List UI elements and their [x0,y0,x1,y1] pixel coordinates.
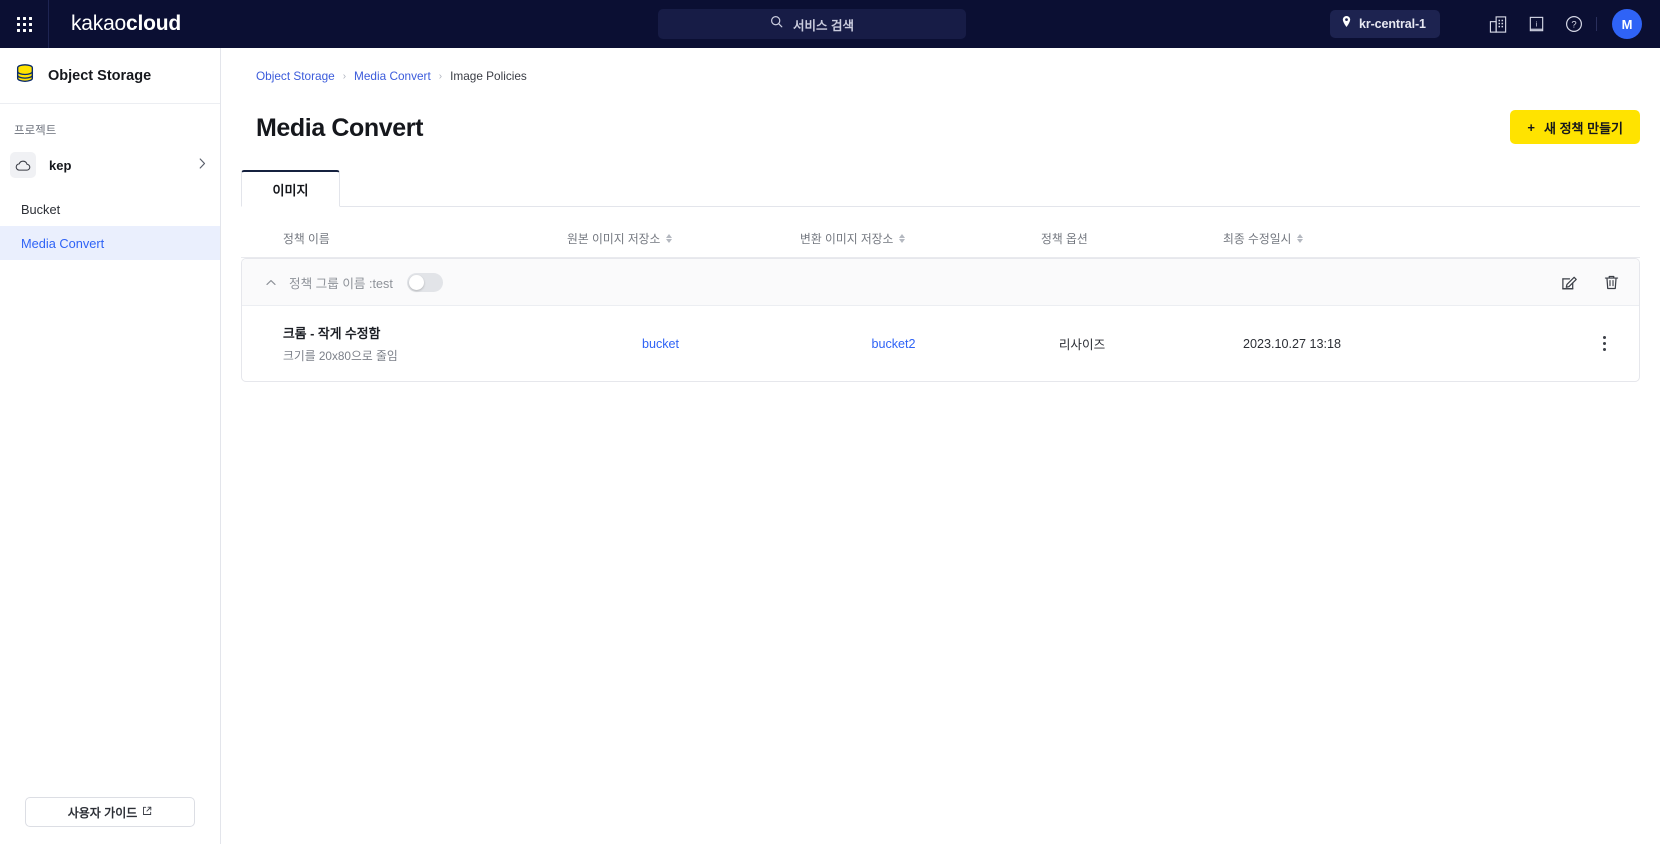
column-header-policy-option: 정책 옵션 [1041,230,1088,247]
column-header-policy-name: 정책 이름 [283,230,330,247]
breadcrumb-item-media-convert[interactable]: Media Convert [354,69,431,83]
policies-table: 정책 이름 원본 이미지 저장소 변환 이미지 저장소 정책 옵션 최종 수정일… [241,218,1640,382]
apps-grid-button[interactable] [0,0,48,48]
toggle-knob [408,274,424,290]
user-guide-container: 사용자 가이드 [0,780,220,844]
table-row[interactable]: 크롬 - 작게 수정함 크기를 20x80으로 줄임 bucket bucket… [242,306,1639,381]
project-selector[interactable]: kep [0,148,220,182]
column-label: 원본 이미지 저장소 [567,232,661,246]
edit-icon[interactable] [1558,272,1580,294]
tab-image[interactable]: 이미지 [241,170,340,207]
brand-logo[interactable]: kakaocloud [49,12,181,36]
top-header-bar: kakaocloud 서비스 검색 kr-central-1 i ? M [0,0,1660,48]
policy-group-label: 정책 그룹 이름 :test [289,276,393,291]
docs-icon[interactable]: i [1524,12,1548,36]
cloud-icon [10,152,36,178]
sidebar-item-bucket[interactable]: Bucket [0,192,220,226]
help-icon[interactable]: ? [1562,12,1586,36]
breadcrumb: Object Storage › Media Convert › Image P… [256,69,527,83]
sort-icon [666,234,673,243]
service-search-box[interactable]: 서비스 검색 [658,9,966,39]
updated-at: 2023.10.27 13:18 [1242,336,1342,351]
chevron-right-icon [199,158,206,172]
column-label: 변환 이미지 저장소 [800,232,894,246]
object-storage-icon [14,62,36,89]
policy-name: 크롬 - 작게 수정함 [283,326,381,341]
policy-description: 크기를 20x80으로 줄임 [283,349,398,363]
column-label: 최종 수정일시 [1223,232,1292,246]
page-title: Media Convert [256,114,424,142]
create-policy-label: 새 정책 만들기 [1544,120,1623,136]
location-pin-icon [1341,15,1352,33]
brand-text-bold: cloud [126,12,182,35]
avatar[interactable]: M [1612,9,1642,39]
sort-icon [899,234,906,243]
policy-option: 리사이즈 [1058,338,1106,352]
service-header[interactable]: Object Storage [0,48,220,104]
tab-label: 이미지 [272,182,309,198]
brand-text-light: kakao [71,12,127,35]
search-icon [770,15,783,33]
plus-icon: + [1527,119,1536,135]
column-label: 정책 이름 [283,232,330,246]
column-header-updated-at[interactable]: 최종 수정일시 [1223,230,1304,247]
cell-updated-at: 2023.10.27 13:18 [1192,306,1392,381]
target-bucket-link[interactable]: bucket2 [871,337,915,351]
sort-icon [1297,234,1304,243]
user-guide-label: 사용자 가이드 [67,805,138,820]
create-policy-button[interactable]: + 새 정책 만들기 [1510,110,1640,144]
source-bucket-link[interactable]: bucket [642,337,679,351]
user-guide-button[interactable]: 사용자 가이드 [25,797,195,827]
column-header-source-bucket[interactable]: 원본 이미지 저장소 [567,230,673,247]
breadcrumb-separator: › [342,70,347,82]
project-name: kep [49,157,72,173]
trash-icon[interactable] [1600,272,1622,294]
search-placeholder-label: 서비스 검색 [793,18,854,33]
service-title: Object Storage [48,67,152,84]
column-label: 정책 옵션 [1041,232,1088,246]
table-header-row: 정책 이름 원본 이미지 저장소 변환 이미지 저장소 정책 옵션 최종 수정일… [241,218,1640,258]
policy-group-row: 정책 그룹 이름 :test [242,259,1639,306]
policy-group-toggle[interactable] [406,272,443,292]
sidebar-item-media-convert[interactable]: Media Convert [0,226,220,260]
policy-group-card: 정책 그룹 이름 :test 크롬 - 작게 수정함 크기를 20x80으로 줄… [241,258,1640,382]
sidebar: Object Storage 프로젝트 kep Bucket Media Con… [0,48,221,844]
cell-target-bucket: bucket2 [801,306,986,381]
avatar-initial: M [1621,16,1633,32]
column-header-target-bucket[interactable]: 변환 이미지 저장소 [800,230,906,247]
region-selector[interactable]: kr-central-1 [1330,10,1440,38]
sidebar-item-label: Bucket [21,201,61,217]
chevron-up-icon[interactable] [264,275,278,289]
region-label: kr-central-1 [1359,17,1426,31]
svg-text:i: i [1535,19,1537,28]
breadcrumb-separator: › [438,70,443,82]
kebab-menu-icon[interactable] [1593,332,1615,354]
breadcrumb-item-object-storage[interactable]: Object Storage [256,69,335,83]
cell-policy-name: 크롬 - 작게 수정함 크기를 20x80으로 줄임 [283,306,398,381]
tab-bar: 이미지 [241,170,1640,207]
grid-apps-icon [16,16,32,32]
sidebar-item-label: Media Convert [21,235,105,251]
main-content: Object Storage › Media Convert › Image P… [221,48,1660,844]
project-section-label: 프로젝트 [14,125,57,137]
breadcrumb-current: Image Policies [450,69,527,83]
svg-text:?: ? [1571,20,1576,31]
console-icon[interactable] [1486,12,1510,36]
header-icon-divider [1596,17,1597,31]
cell-source-bucket: bucket [568,306,753,381]
cell-policy-option: 리사이즈 [1002,306,1162,381]
external-link-icon [142,805,152,819]
policy-group-actions [1558,259,1622,306]
